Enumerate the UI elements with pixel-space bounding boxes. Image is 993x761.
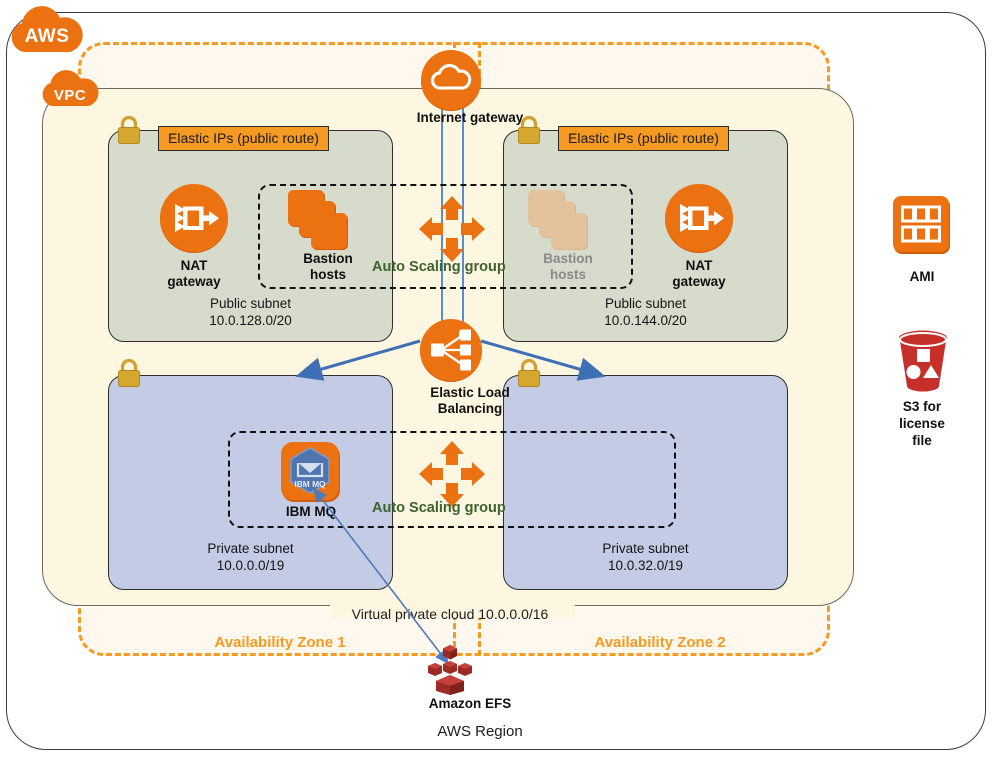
bastion-hosts-az1-line2: hosts [309,267,346,282]
elb-label-line2: Balancing [437,401,503,416]
public-subnet-az1-line1: Public subnet [209,296,292,311]
availability-zone-1-label: Availability Zone 1 [214,634,346,651]
bastion-hosts-az2 [528,190,594,252]
ibm-mq-badge-text: IBM MQ [294,479,326,489]
architecture-diagram: AWS Region Availability Zone 1 Availabil… [0,0,993,761]
lock-icon-private-az2 [516,358,542,388]
nat-gateway-az2 [663,182,735,254]
internet-gateway-label: Internet gateway [416,110,524,125]
bastion-hosts-az1-label: Bastion hosts [278,251,378,283]
vpc-cloud-tag: VPC [38,66,102,108]
private-subnet-az2-line1: Private subnet [602,541,689,556]
public-subnet-az2-caption: Public subnet 10.0.144.0/20 [504,295,787,329]
nat-gateway-az2-line2: gateway [672,274,726,289]
nat-gateway-az2-line1: NAT [685,258,713,273]
aws-region-label: AWS Region [437,723,523,740]
private-subnet-az2-caption: Private subnet 10.0.32.0/19 [504,540,787,574]
aws-cloud-tag: AWS [6,2,88,54]
vpc-label: Virtual private cloud 10.0.0.0/16 [351,606,549,622]
ibm-mq-icon: IBM MQ [281,442,341,502]
availability-zone-2-label: Availability Zone 2 [594,634,726,651]
lock-icon-public-az1 [116,115,142,145]
bastion-hosts-az1 [288,190,354,252]
nat-gateway-az1-line1: NAT [180,258,208,273]
public-subnet-az2-line2: 10.0.144.0/20 [604,313,687,328]
ami-icon [893,196,951,254]
vpc-cloud-tag-label: VPC [53,86,87,104]
auto-scaling-group-private-label: Auto Scaling group [372,500,506,516]
auto-scaling-arrows-icon-private [419,441,485,507]
public-subnet-az2-line1: Public subnet [604,296,687,311]
elastic-load-balancing-icon [419,318,483,382]
private-subnet-az1-line1: Private subnet [207,541,294,556]
s3-bucket-icon [897,330,949,392]
amazon-efs-label: Amazon EFS [428,696,512,711]
aws-cloud-tag-label: AWS [24,26,70,47]
bastion-hosts-az1-line1: Bastion [303,251,353,266]
elb-label-line1: Elastic Load [430,385,510,400]
ami-label: AMI [909,269,935,284]
efs-icon [424,645,476,695]
public-subnet-az1-line2: 10.0.128.0/20 [209,313,292,328]
public-subnet-az1-caption: Public subnet 10.0.128.0/20 [109,295,392,329]
internet-gateway-icon [420,49,482,111]
ibm-mq-label: IBM MQ [285,504,337,519]
bastion-hosts-az2-line1: Bastion [543,251,593,266]
elastic-load-balancing-label: Elastic Load Balancing [380,385,560,417]
nat-gateway-az2-label: NAT gateway [649,258,749,290]
s3-label-line2: license [899,416,945,431]
auto-scaling-arrows-icon-public [419,196,485,262]
s3-label: S3 for license file [872,398,972,449]
elastic-ip-tag-az2: Elastic IPs (public route) [558,126,729,151]
nat-gateway-az1 [158,182,230,254]
lock-icon-private-az1 [116,358,142,388]
nat-gateway-az1-label: NAT gateway [144,258,244,290]
private-subnet-az1-line2: 10.0.0.0/19 [216,558,285,573]
elastic-ip-tag-az1: Elastic IPs (public route) [158,126,329,151]
private-subnet-az1-caption: Private subnet 10.0.0.0/19 [109,540,392,574]
bastion-hosts-az2-line2: hosts [549,267,586,282]
nat-gateway-az1-line2: gateway [167,274,221,289]
s3-label-line1: S3 for [902,399,942,414]
s3-label-line3: file [912,433,932,448]
bastion-hosts-az2-label: Bastion hosts [518,251,618,283]
auto-scaling-group-public-label: Auto Scaling group [372,259,506,275]
private-subnet-az2-line2: 10.0.32.0/19 [607,558,684,573]
